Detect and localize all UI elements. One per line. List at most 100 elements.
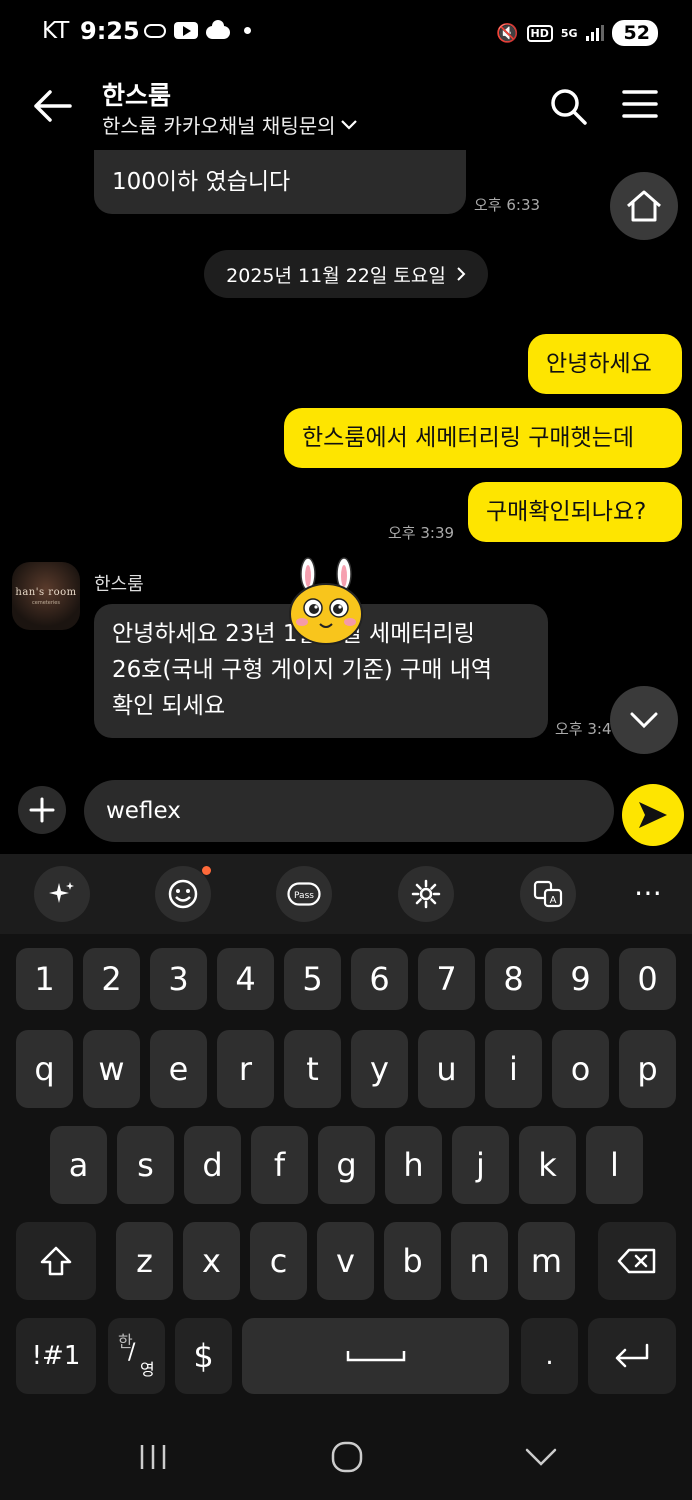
channel-selector[interactable]: 한스룸 카카오채널 채팅문의 — [102, 110, 358, 139]
key-r[interactable]: r — [217, 1030, 274, 1108]
chat-header: 한스룸 한스룸 카카오채널 채팅문의 — [0, 66, 692, 150]
system-nav-bar — [0, 1420, 692, 1500]
chevron-down-icon — [340, 119, 357, 130]
translate-button[interactable]: A — [520, 866, 576, 922]
more-options-icon[interactable]: ⋯ — [634, 876, 663, 909]
home-icon — [627, 190, 661, 222]
backspace-key[interactable] — [598, 1222, 676, 1300]
notification-dot-icon — [244, 27, 251, 34]
key-h[interactable]: h — [385, 1126, 442, 1204]
spacebar[interactable] — [242, 1318, 509, 1394]
send-button[interactable] — [622, 784, 684, 846]
key-e[interactable]: e — [150, 1030, 207, 1108]
slash-divider: / — [128, 1340, 136, 1365]
samsung-pass-button[interactable]: Pass — [276, 866, 332, 922]
message-text: 한스룸에서 세메터리링 구매햇는데 — [302, 425, 635, 451]
keyboard-toolbar: Pass A — [0, 854, 692, 934]
status-bar: KT 9:25 🔇 HD 5G 52 — [0, 0, 692, 66]
keyboard-settings-button[interactable] — [398, 866, 454, 922]
date-label: 2025년 11월 22일 토요일 — [226, 264, 446, 287]
attach-button[interactable] — [18, 786, 66, 834]
key-o[interactable]: o — [552, 1030, 609, 1108]
symbols-key[interactable]: !#1 — [16, 1318, 96, 1394]
key-v[interactable]: v — [317, 1222, 374, 1300]
key-l[interactable]: l — [586, 1126, 643, 1204]
home-button[interactable] — [610, 172, 678, 240]
bunny-sticker-icon — [289, 557, 363, 645]
ai-sparkle-button[interactable] — [34, 866, 90, 922]
home-nav-icon[interactable] — [330, 1440, 364, 1474]
chevron-down-icon — [630, 712, 658, 729]
key-q[interactable]: q — [16, 1030, 73, 1108]
key-j[interactable]: j — [452, 1126, 509, 1204]
message-line: 26호(국내 구형 게이지 기준) 구매 내역 — [112, 657, 493, 683]
key-3[interactable]: 3 — [150, 948, 207, 1010]
key-c[interactable]: c — [250, 1222, 307, 1300]
currency-key[interactable]: $ — [175, 1318, 232, 1394]
key-s[interactable]: s — [117, 1126, 174, 1204]
key-f[interactable]: f — [251, 1126, 308, 1204]
key-u[interactable]: u — [418, 1030, 475, 1108]
sent-message-bubble[interactable]: 한스룸에서 세메터리링 구매햇는데 — [284, 408, 682, 468]
key-4[interactable]: 4 — [217, 948, 274, 1010]
voicemail-icon — [144, 23, 166, 38]
key-x[interactable]: x — [183, 1222, 240, 1300]
key-z[interactable]: z — [116, 1222, 173, 1300]
avatar-logo-subtext: cemeteries — [32, 599, 60, 606]
message-text: 구매확인되나요? — [486, 499, 647, 525]
key-b[interactable]: b — [384, 1222, 441, 1300]
key-d[interactable]: d — [184, 1126, 241, 1204]
key-i[interactable]: i — [485, 1030, 542, 1108]
partial-message-bubble[interactable]: 100이하 였습니다 — [94, 150, 466, 214]
battery-indicator: 52 — [611, 20, 658, 46]
back-arrow-icon[interactable] — [32, 88, 72, 124]
message-input[interactable] — [84, 780, 614, 842]
key-w[interactable]: w — [83, 1030, 140, 1108]
key-g[interactable]: g — [318, 1126, 375, 1204]
chat-title: 한스룸 — [102, 81, 172, 110]
sent-message-bubble[interactable]: 안녕하세요 — [528, 334, 682, 394]
date-separator[interactable]: 2025년 11월 22일 토요일 — [204, 250, 488, 298]
send-arrow-icon — [639, 802, 667, 828]
key-1[interactable]: 1 — [16, 948, 73, 1010]
hamburger-menu-icon[interactable] — [622, 86, 658, 122]
gear-icon — [411, 879, 441, 909]
sender-name: 한스룸 — [94, 574, 144, 595]
shift-key[interactable] — [16, 1222, 96, 1300]
search-icon[interactable] — [548, 86, 588, 126]
enter-key[interactable] — [588, 1318, 676, 1394]
avatar[interactable]: han's room cemeteries — [12, 562, 80, 630]
chevron-right-icon — [457, 267, 466, 281]
youtube-icon — [174, 22, 198, 39]
shift-arrow-icon — [40, 1246, 72, 1276]
period-key[interactable]: . — [521, 1318, 578, 1394]
key-5[interactable]: 5 — [284, 948, 341, 1010]
keyboard — [0, 934, 692, 1500]
message-text: 안녕하세요 — [546, 351, 652, 377]
translate-icon: A — [533, 880, 563, 908]
key-y[interactable]: y — [351, 1030, 408, 1108]
key-9[interactable]: 9 — [552, 948, 609, 1010]
svg-text:A: A — [550, 895, 557, 906]
key-6[interactable]: 6 — [351, 948, 408, 1010]
key-k[interactable]: k — [519, 1126, 576, 1204]
key-2[interactable]: 2 — [83, 948, 140, 1010]
key-m[interactable]: m — [518, 1222, 575, 1300]
key-n[interactable]: n — [451, 1222, 508, 1300]
back-nav-icon[interactable] — [524, 1446, 558, 1468]
sent-message-bubble[interactable]: 구매확인되나요? — [468, 482, 682, 542]
message-line: 확인 되세요 — [112, 693, 226, 719]
message-timestamp: 오후 3:39 — [388, 524, 455, 542]
scroll-to-bottom-button[interactable] — [610, 686, 678, 754]
emoji-button[interactable] — [155, 866, 211, 922]
avatar-logo-text: han's room — [15, 586, 77, 598]
carrier-label: KT — [42, 18, 70, 44]
language-toggle-key[interactable]: 한 / 영 — [108, 1318, 165, 1394]
key-t[interactable]: t — [284, 1030, 341, 1108]
key-7[interactable]: 7 — [418, 948, 475, 1010]
recent-apps-icon[interactable] — [138, 1442, 168, 1472]
key-a[interactable]: a — [50, 1126, 107, 1204]
key-p[interactable]: p — [619, 1030, 676, 1108]
key-0[interactable]: 0 — [619, 948, 676, 1010]
key-8[interactable]: 8 — [485, 948, 542, 1010]
